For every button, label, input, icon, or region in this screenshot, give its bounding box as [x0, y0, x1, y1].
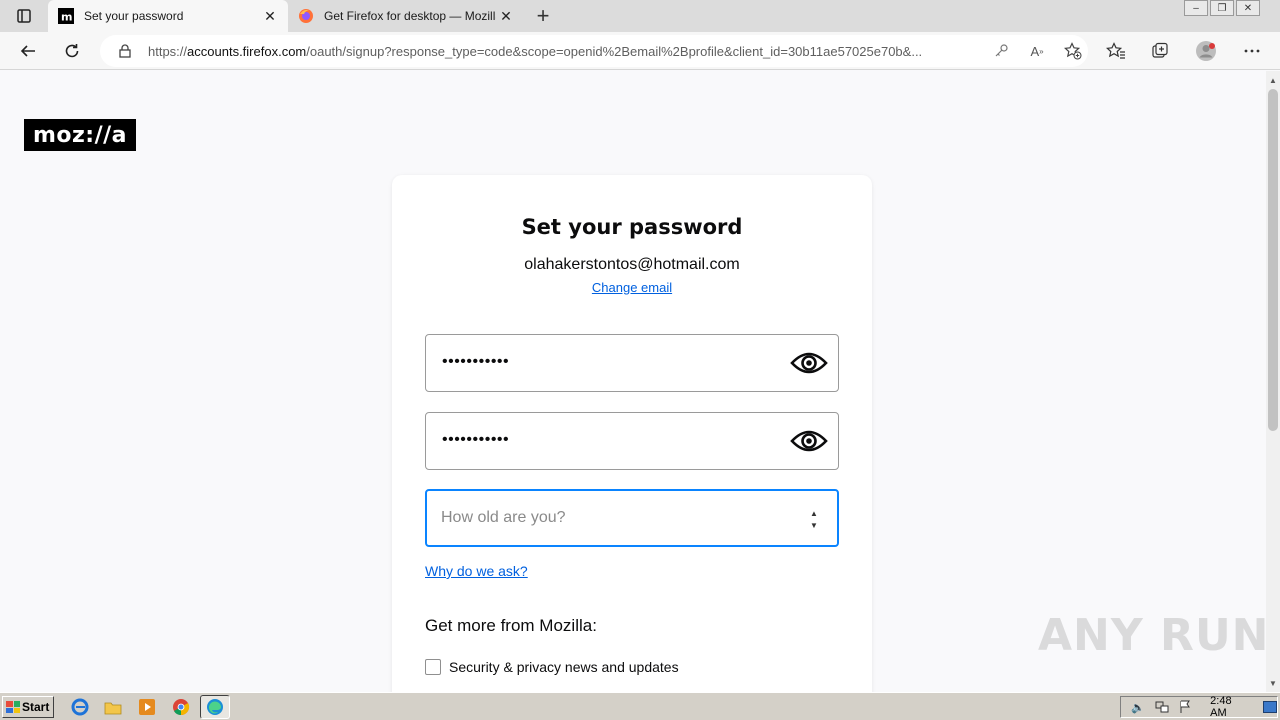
url-path: /oauth/signup?response_type=code&scope=o… — [306, 43, 923, 59]
tab-get-firefox[interactable]: Get Firefox for desktop — Mozilla ✕ — [288, 0, 524, 32]
page-scrollbar[interactable]: ▲ ▼ — [1266, 71, 1280, 692]
tab-title: Set your password — [84, 9, 184, 23]
scroll-up-icon[interactable]: ▲ — [1266, 73, 1280, 87]
settings-more-button[interactable] — [1241, 40, 1263, 62]
edge-icon — [207, 699, 223, 715]
windows-flag-icon — [6, 701, 20, 713]
collections-icon — [1152, 42, 1168, 58]
step-down-icon[interactable]: ▼ — [810, 521, 818, 530]
signup-card: Set your password olahakerstontos@hotmai… — [392, 175, 872, 692]
close-tab-icon[interactable]: ✕ — [260, 6, 280, 26]
firefox-icon — [298, 8, 314, 24]
lock-icon[interactable] — [118, 43, 132, 59]
show-confirm-password-icon[interactable] — [790, 425, 828, 457]
newsletter-checkbox[interactable] — [425, 659, 441, 675]
start-button[interactable]: Start — [2, 696, 54, 718]
age-input[interactable] — [441, 506, 781, 530]
key-icon[interactable] — [990, 40, 1012, 62]
file-explorer-icon[interactable] — [104, 698, 122, 716]
page-title: Set your password — [521, 215, 743, 239]
scrollbar-thumb[interactable] — [1268, 89, 1278, 431]
url-scheme: https:// — [148, 43, 188, 59]
clock[interactable]: 2:48 AM — [1210, 695, 1249, 719]
profile-avatar-icon — [1196, 41, 1216, 61]
url-text[interactable]: https://accounts.firefox.com/oauth/signu… — [148, 44, 976, 59]
confirm-password-value: ••••••••••• — [442, 431, 510, 448]
show-desktop-icon[interactable] — [1263, 700, 1277, 714]
reload-button[interactable] — [59, 38, 85, 64]
tab-title: Get Firefox for desktop — Mozilla — [324, 9, 496, 23]
reload-icon — [65, 44, 79, 58]
url-host: accounts.firefox.com — [187, 43, 307, 59]
age-field[interactable]: ▲ ▼ — [425, 489, 839, 547]
tab-actions-icon — [17, 9, 31, 23]
tab-set-your-password[interactable]: m Set your password ✕ — [48, 0, 288, 32]
volume-icon[interactable]: 🔈 — [1131, 700, 1145, 714]
chrome-icon[interactable] — [172, 698, 190, 716]
change-email-link[interactable]: Change email — [392, 280, 872, 295]
action-center-flag-icon[interactable] — [1179, 700, 1192, 714]
browser-toolbar: https://accounts.firefox.com/oauth/signu… — [0, 32, 1280, 70]
more-from-mozilla-heading: Get more from Mozilla: — [425, 616, 597, 635]
svg-text:m: m — [61, 11, 72, 24]
anyrun-watermark: ANY RUN — [1038, 610, 1270, 661]
step-up-icon[interactable]: ▲ — [810, 509, 818, 518]
why-do-we-ask-link[interactable]: Why do we ask? — [425, 563, 528, 579]
system-tray: 🔈 2:48 AM — [1120, 695, 1278, 719]
close-window-button[interactable]: ✕ — [1236, 0, 1260, 16]
close-tab-icon[interactable]: ✕ — [496, 6, 516, 26]
favorites-icon — [1106, 42, 1125, 59]
minimize-button[interactable]: – — [1184, 0, 1208, 16]
taskbar: Start 🔈 2:48 AM — [0, 692, 1280, 720]
mozilla-m-icon: m — [58, 8, 74, 24]
age-stepper[interactable]: ▲ ▼ — [807, 507, 821, 531]
tab-strip: m Set your password ✕ Get Firefox for de… — [0, 0, 1280, 32]
ie-icon[interactable] — [71, 698, 89, 716]
more-dots-icon — [1244, 49, 1260, 53]
password-value: ••••••••••• — [442, 353, 510, 370]
favorites-button[interactable] — [1105, 40, 1127, 62]
back-arrow-icon — [20, 45, 35, 57]
address-bar[interactable]: https://accounts.firefox.com/oauth/signu… — [100, 35, 1088, 67]
add-favorite-icon[interactable] — [1062, 40, 1084, 62]
profile-button[interactable] — [1195, 40, 1217, 62]
media-player-icon[interactable] — [138, 698, 156, 716]
edge-taskbar-button[interactable] — [200, 695, 230, 719]
password-field[interactable]: ••••••••••• — [425, 334, 839, 392]
start-label: Start — [22, 700, 50, 714]
back-button[interactable] — [15, 38, 41, 64]
newsletter-label[interactable]: Security & privacy news and updates — [449, 659, 679, 675]
network-icon[interactable] — [1155, 700, 1169, 714]
new-tab-button[interactable]: + — [532, 5, 554, 27]
page-content: moz://a Set your password olahakerstonto… — [0, 71, 1266, 692]
collections-button[interactable] — [1149, 40, 1171, 62]
tab-actions-button[interactable] — [12, 6, 36, 26]
newsletter-option[interactable]: Security & privacy news and updates — [425, 659, 679, 675]
read-aloud-icon[interactable]: A» — [1026, 40, 1048, 62]
confirm-password-field[interactable]: ••••••••••• — [425, 412, 839, 470]
show-password-icon[interactable] — [790, 347, 828, 379]
account-email: olahakerstontos@hotmail.com — [524, 256, 740, 273]
window-controls: – ❐ ✕ — [1182, 0, 1260, 18]
scroll-down-icon[interactable]: ▼ — [1266, 676, 1280, 690]
restore-button[interactable]: ❐ — [1210, 0, 1234, 16]
mozilla-logo[interactable]: moz://a — [24, 119, 136, 151]
